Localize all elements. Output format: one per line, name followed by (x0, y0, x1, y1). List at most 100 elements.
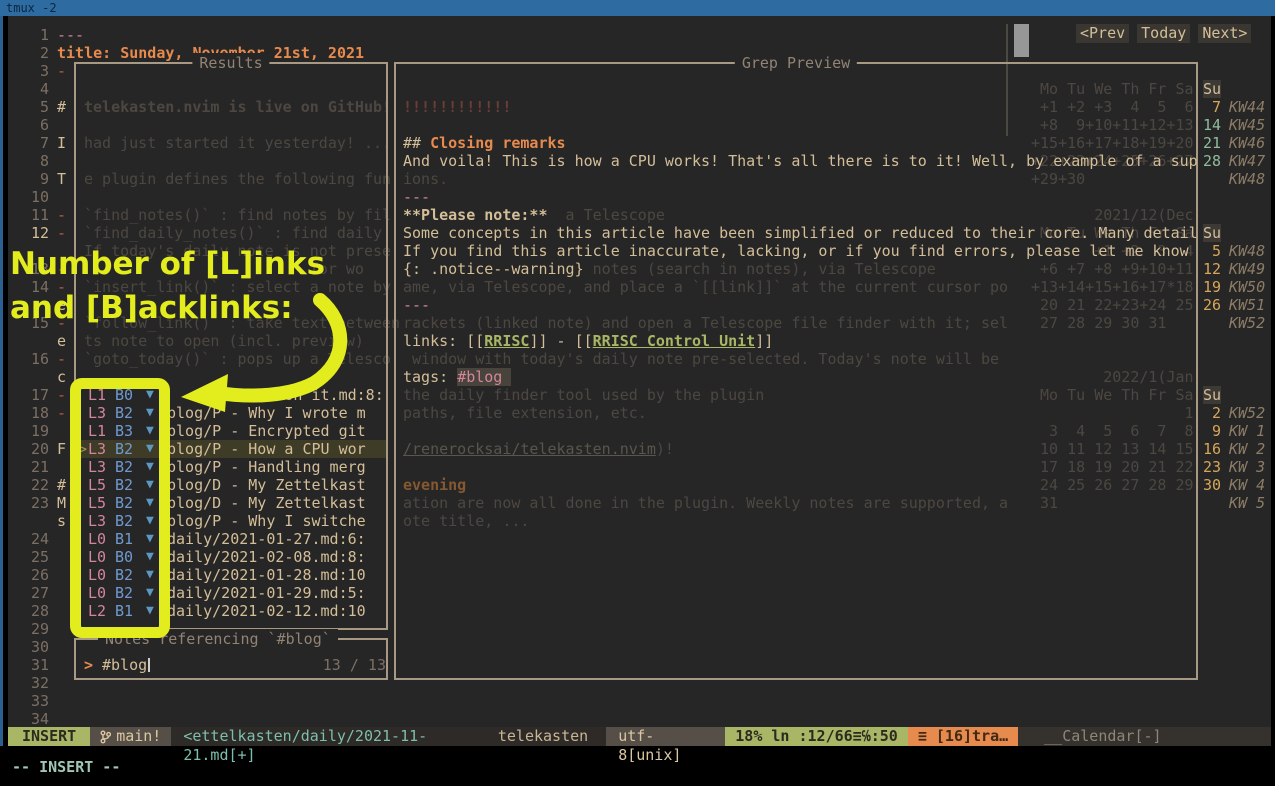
calendar-sunday[interactable]: Su (1203, 386, 1221, 404)
calendar-week-number: KW48 (1229, 242, 1265, 260)
calendar-sunday[interactable]: 21 (1203, 134, 1221, 152)
annotation-line1: Number of [L]inks (10, 242, 325, 286)
line-number: 2 (8, 44, 49, 62)
buffer-text: - (57, 62, 66, 80)
annotation-text: Number of [L]inks and [B]acklinks: (10, 242, 325, 330)
result-file-label: daily/2021-01-28.md:10 (167, 566, 366, 584)
encoding-segment: utf-8[unix] (606, 727, 725, 746)
calendar-sunday[interactable]: 12 (1203, 260, 1221, 278)
calendar-week-number: KW49 (1229, 260, 1265, 278)
calendar-week-number: KW51 (1229, 296, 1265, 314)
calendar-today-button[interactable]: Today (1137, 24, 1190, 43)
cursor-position-segment: 18% ln :12/66≡℅:50 (725, 727, 908, 746)
git-branch-label: main! (116, 727, 161, 746)
calendar-week-number: KW47 (1229, 152, 1265, 170)
annotation-line2: and [B]acklinks: (10, 286, 325, 330)
calendar-statusline: __Calendar[-] (1018, 727, 1271, 746)
preview-line: the daily finder tool used by the plugin (403, 386, 764, 404)
preview-line: links: [[RRISC]] - [[RRISC Control Unit]… (403, 332, 773, 350)
calendar-prev-button[interactable]: <Prev (1076, 24, 1129, 43)
line-number: 32 (8, 674, 49, 692)
calendar-sunday[interactable]: 23 (1203, 458, 1221, 476)
window-titlebar[interactable]: tmux -2 (0, 0, 1275, 16)
calendar-sunday[interactable]: 28 (1203, 152, 1221, 170)
prompt-caret: > (84, 656, 93, 674)
preview-line: /renerocksai/telekasten.nvim)! (403, 440, 674, 458)
result-file-label: blog/P - How a CPU wor (167, 440, 366, 458)
line-number: 25 (8, 548, 49, 566)
calendar-week-number: KW 5 (1229, 494, 1265, 512)
text-cursor (148, 658, 150, 672)
preview-line: And voila! This is how a CPU works! That… (403, 152, 1198, 170)
line-number: 33 (8, 692, 49, 710)
buffer-text: - (57, 350, 66, 368)
window-title: tmux -2 (6, 1, 57, 15)
preview-line: ame, via Telescope, and place a `[[link]… (403, 278, 1008, 296)
result-file-label: blog/D - My Zettelkast (167, 476, 366, 494)
preview-line: tags: #blog (403, 368, 511, 386)
buffer-text: --- (57, 26, 84, 44)
preview-line: ation are now all done in the plugin. We… (403, 494, 1008, 512)
buffer-text: s (57, 512, 66, 530)
preview-line: paths, file extension, etc. (403, 404, 647, 422)
calendar-sunday[interactable]: 5 (1203, 242, 1221, 260)
result-file-label: blog/P - Why I switche (167, 512, 366, 530)
calendar-sunday[interactable]: 9 (1203, 422, 1221, 440)
calendar-sunday[interactable]: 2 (1203, 404, 1221, 422)
result-file-label: blog/P - Encrypted git (167, 422, 366, 440)
annotation-highlight-box (70, 378, 170, 638)
preview-line: If you find this article inaccurate, lac… (403, 242, 1189, 260)
calendar-week-number: KW 3 (1229, 458, 1265, 476)
preview-line: window with today's daily note pre-selec… (403, 350, 999, 368)
calendar-sunday[interactable]: 26 (1203, 296, 1221, 314)
buffer-text: e (57, 332, 66, 350)
buffer-line: 33 (0, 692, 1275, 710)
line-number: 26 (8, 566, 49, 584)
line-number: 27 (8, 584, 49, 602)
result-file-label: blog/P - Why I wrote m (167, 404, 366, 422)
calendar-sunday[interactable]: 19 (1203, 278, 1221, 296)
filename-segment: <ettelkasten/daily/2021-11-21.md[+] (171, 727, 498, 746)
line-number: 30 (8, 638, 49, 656)
result-file-label: daily/2021-01-29.md:5: (167, 584, 366, 602)
preview-line: --- (403, 188, 430, 206)
preview-line: {: .notice--warning} notes (search in no… (403, 260, 936, 278)
preview-line: ## Closing remarks (403, 134, 566, 152)
preview-line: ions. (403, 170, 448, 188)
calendar-sunday[interactable]: 7 (1203, 98, 1221, 116)
calendar-sunday[interactable]: 14 (1203, 116, 1221, 134)
scrollbar-thumb[interactable] (1014, 24, 1029, 57)
calendar-nav: <Prev Today Next> (1076, 24, 1251, 43)
calendar-sunday[interactable]: 16 (1203, 440, 1221, 458)
preview-line: **Please note:** a Telescope (403, 206, 665, 224)
calendar-sunday[interactable]: Su (1203, 80, 1221, 98)
prompt-line: > #blog 13 / 13 (0, 656, 1275, 674)
line-number: 3 (8, 62, 49, 80)
preview-line: Some concepts in this article have been … (403, 224, 1198, 242)
line-number: 24 (8, 530, 49, 548)
preview-line: !!!!!!!!!!!! (403, 98, 511, 116)
line-number: 10 (8, 188, 49, 206)
calendar-week-number: KW 2 (1229, 440, 1265, 458)
calendar-sunday[interactable]: 30 (1203, 476, 1221, 494)
calendar-week-number: KW 1 (1229, 422, 1265, 440)
search-input[interactable]: #blog (102, 656, 147, 674)
calendar-sunday[interactable]: Su (1203, 224, 1221, 242)
calendar-week-number: KW52 (1229, 314, 1265, 332)
plugin-name-label: telekasten (498, 727, 606, 746)
result-file-label: blog/D - My Zettelkast (167, 494, 366, 512)
preview-line: rackets (linked note) and open a Telesco… (403, 314, 1008, 332)
calendar-week-number: KW50 (1229, 278, 1265, 296)
result-counter: 13 / 13 (300, 656, 386, 674)
calendar-next-button[interactable]: Next> (1198, 24, 1251, 43)
preview-line: --- (403, 296, 430, 314)
results-window-title: Results (192, 53, 269, 73)
line-number: 29 (8, 620, 49, 638)
preview-window-title: Grep Preview (735, 53, 857, 73)
result-file-label: blog/P - Handling merg (167, 458, 366, 476)
result-file-label: daily/2021-02-12.md:10 (167, 602, 366, 620)
calendar-week-number: KW48 (1229, 170, 1265, 188)
calendar-week-number: KW46 (1229, 134, 1265, 152)
buffer-line: 2title: Sunday, November 21st, 2021 (0, 44, 1275, 62)
tmux-terminal: tmux -2 1---2title: Sunday, November 21s… (0, 0, 1275, 786)
